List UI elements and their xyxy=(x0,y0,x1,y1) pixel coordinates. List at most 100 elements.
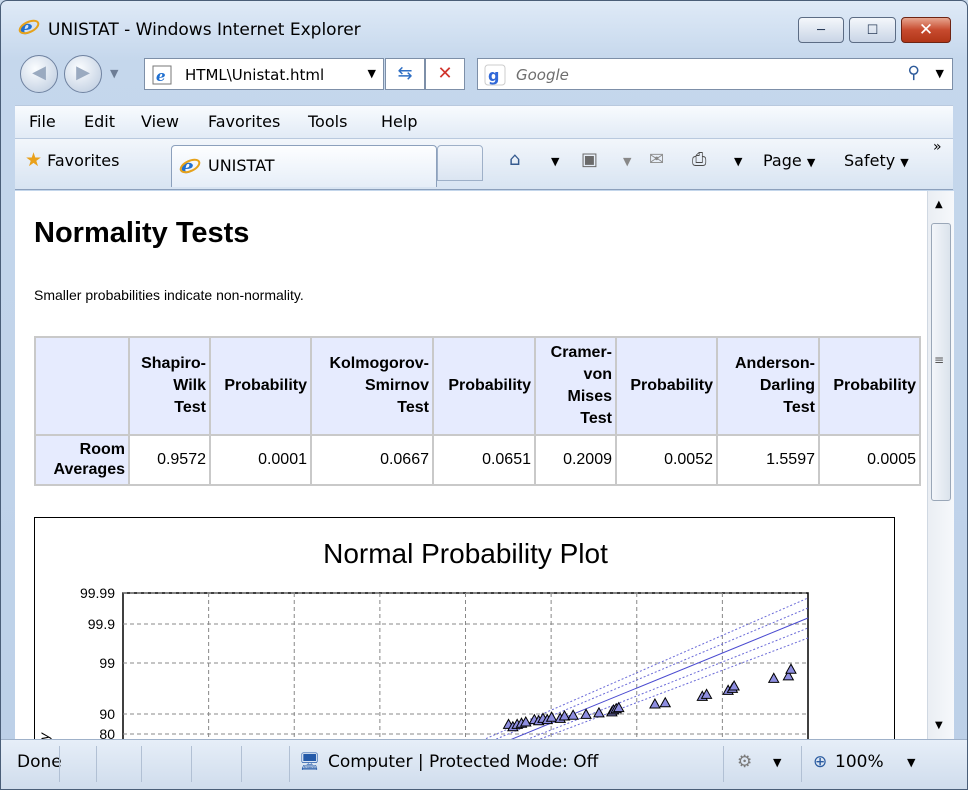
minimize-button[interactable]: ─ xyxy=(798,17,844,43)
print-dropdown-icon[interactable]: ▼ xyxy=(734,155,742,168)
table-header: Probability xyxy=(432,336,536,436)
protected-mode-icon[interactable]: ⚙ xyxy=(737,752,752,772)
title-bar[interactable]: e UNISTAT - Windows Internet Explorer ─ … xyxy=(1,1,967,43)
back-button[interactable]: ◀ xyxy=(20,55,58,93)
forward-button[interactable]: ▶ xyxy=(64,55,102,93)
menu-favorites[interactable]: Favorites xyxy=(208,112,280,131)
table-cell: 0.0001 xyxy=(209,434,312,486)
search-dropdown-icon[interactable]: ▼ xyxy=(936,67,944,80)
y-tick-label: 90 xyxy=(99,706,115,722)
feeds-dropdown-icon[interactable]: ▼ xyxy=(623,155,631,168)
refresh-button[interactable]: ⇆ xyxy=(385,58,425,90)
stop-button[interactable]: ✕ xyxy=(425,58,465,90)
page-menu-label: Page xyxy=(763,151,802,170)
google-logo-icon: g xyxy=(484,64,506,86)
home-dropdown-icon[interactable]: ▼ xyxy=(551,155,559,168)
menu-view[interactable]: View xyxy=(141,112,179,131)
table-cell: 0.0651 xyxy=(432,434,536,486)
menu-bar: File Edit View Favorites Tools Help xyxy=(15,105,953,139)
svg-text:g: g xyxy=(488,66,499,85)
safety-menu-label: Safety xyxy=(844,151,896,170)
row-label: Room Averages xyxy=(34,434,130,486)
scroll-up-icon[interactable]: ▲ xyxy=(935,199,943,210)
tab-label: UNISTAT xyxy=(208,156,275,175)
y-tick-label: 99 xyxy=(99,655,115,671)
search-placeholder: Google xyxy=(516,66,569,84)
table-header: Shapiro- Wilk Test xyxy=(128,336,211,436)
table-cell: 0.0052 xyxy=(615,434,718,486)
new-tab-button[interactable] xyxy=(437,145,483,181)
y-tick-label: 99.99 xyxy=(80,585,115,601)
page-dropdown-icon: ▼ xyxy=(806,156,816,169)
stop-icon: ✕ xyxy=(437,63,453,84)
y-tick-label: 80 xyxy=(99,726,115,739)
feeds-icon[interactable]: ▣ xyxy=(581,149,598,170)
page-title: Normality Tests xyxy=(34,217,250,249)
table-cell: 0.2009 xyxy=(534,434,617,486)
favorites-label: Favorites xyxy=(47,151,120,170)
security-zone[interactable]: Computer | Protected Mode: Off xyxy=(328,752,598,772)
table-header: Anderson- Darling Test xyxy=(716,336,820,436)
table-row: Room Averages 0.9572 0.0001 0.0667 0.065… xyxy=(34,434,921,486)
table-header-row: Shapiro- Wilk Test Probability Kolmogoro… xyxy=(34,336,921,436)
address-text: HTML\Unistat.html xyxy=(185,66,325,84)
page-menu[interactable]: Page ▼ xyxy=(763,151,815,170)
search-icon[interactable]: ⚲ xyxy=(908,63,920,83)
page-note: Smaller probabilities indicate non-norma… xyxy=(34,287,304,303)
zoom-level[interactable]: 100% xyxy=(835,752,884,772)
table-header: Cramer- von Mises Test xyxy=(534,336,617,436)
table-cell: 0.0667 xyxy=(310,434,434,486)
tab-unistat[interactable]: e UNISTAT xyxy=(171,145,437,187)
scroll-grip-icon: ≡ xyxy=(934,353,945,367)
browser-window: e UNISTAT - Windows Internet Explorer ─ … xyxy=(0,0,968,790)
status-bar: Done 🖥 Computer | Protected Mode: Off ⚙ … xyxy=(1,739,967,789)
home-icon[interactable]: ⌂ xyxy=(509,149,520,170)
safety-menu[interactable]: Safety ▼ xyxy=(844,151,909,170)
page-icon: e xyxy=(152,65,172,85)
maximize-icon: ☐ xyxy=(866,22,879,38)
search-box[interactable]: g Google ⚲ ▼ xyxy=(477,58,953,90)
forward-arrow-icon: ▶ xyxy=(76,62,90,83)
plot-area: 99.99 99.9 99 90 80 y xyxy=(36,585,809,739)
more-commands-icon[interactable]: » xyxy=(933,139,942,155)
address-bar[interactable]: e HTML\Unistat.html ▼ xyxy=(144,58,384,90)
close-icon: ✕ xyxy=(918,20,934,40)
status-text: Done xyxy=(17,752,62,772)
table-header: Probability xyxy=(818,336,921,436)
close-button[interactable]: ✕ xyxy=(901,17,951,43)
zoom-icon[interactable]: ⊕ xyxy=(813,752,827,772)
refresh-icon: ⇆ xyxy=(397,63,413,84)
table-cell: 0.0005 xyxy=(818,434,921,486)
address-dropdown-icon[interactable]: ▼ xyxy=(368,67,376,80)
table-header: Probability xyxy=(615,336,718,436)
maximize-button[interactable]: ☐ xyxy=(849,17,896,43)
window-title: UNISTAT - Windows Internet Explorer xyxy=(48,20,361,40)
ie-tab-icon: e xyxy=(179,155,201,177)
menu-help[interactable]: Help xyxy=(381,112,417,131)
scroll-down-icon[interactable]: ▼ xyxy=(935,720,943,731)
recent-pages-dropdown[interactable]: ▼ xyxy=(110,67,118,80)
normal-probability-plot: Normal Probability Plot 99.99 99.9 99 90 80 y xyxy=(34,517,895,739)
y-axis-label: y xyxy=(36,732,52,739)
y-tick-label: 99.9 xyxy=(88,616,115,632)
svg-text:e: e xyxy=(156,67,166,85)
zoom-dropdown-icon[interactable]: ▼ xyxy=(907,756,915,769)
computer-icon: 🖥 xyxy=(299,752,321,772)
vertical-scrollbar[interactable]: ▲ ≡ ▼ xyxy=(927,191,954,739)
table-cell: 0.9572 xyxy=(128,434,211,486)
back-arrow-icon: ◀ xyxy=(32,62,46,83)
mail-icon[interactable]: ✉ xyxy=(649,149,664,170)
table-header-blank xyxy=(34,336,130,436)
menu-tools[interactable]: Tools xyxy=(308,112,347,131)
table-header: Kolmogorov- Smirnov Test xyxy=(310,336,434,436)
protected-dropdown-icon[interactable]: ▼ xyxy=(773,756,781,769)
table-header: Probability xyxy=(209,336,312,436)
favorites-button[interactable]: ★ Favorites xyxy=(25,149,119,171)
menu-file[interactable]: File xyxy=(29,112,56,131)
page-content: Normality Tests Smaller probabilities in… xyxy=(15,191,927,739)
menu-edit[interactable]: Edit xyxy=(84,112,115,131)
table-cell: 1.5597 xyxy=(716,434,820,486)
print-icon[interactable]: ⎙ xyxy=(692,149,706,170)
star-icon: ★ xyxy=(25,149,43,171)
minimize-icon: ─ xyxy=(817,22,825,38)
